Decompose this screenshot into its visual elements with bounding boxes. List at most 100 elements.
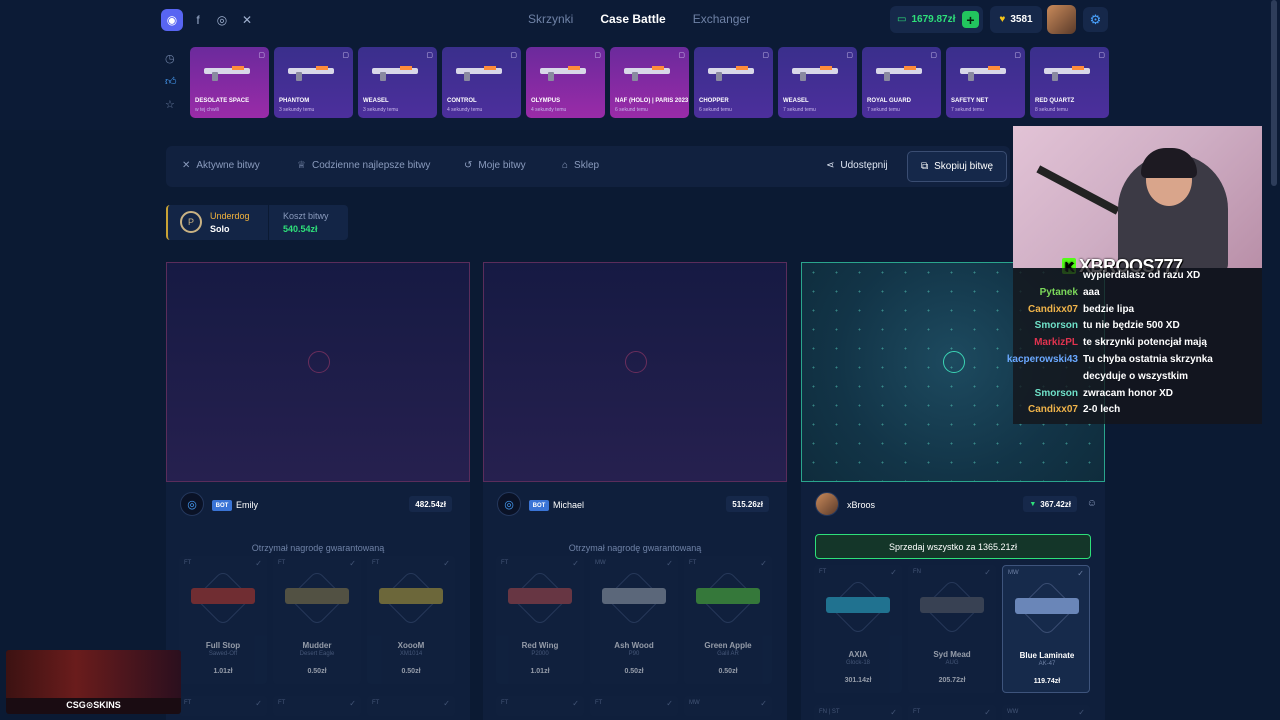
drop-card[interactable]: ▢ ROYAL GUARD 7 sekund temu bbox=[862, 47, 941, 118]
player-row: ◎ BOT Michael 515.26zł bbox=[483, 490, 787, 520]
item-price: 0.50zł bbox=[718, 668, 738, 675]
item-card[interactable]: MW ✓ Ash Wood P90 0.50zł bbox=[590, 556, 678, 684]
drop-card[interactable]: ▢ OLYMPUS 4 sekundy temu bbox=[526, 47, 605, 118]
drop-card[interactable]: ▢ SAFETY NET 7 sekund temu bbox=[946, 47, 1025, 118]
tab-active-battles[interactable]: ✕ Aktywne bitwy bbox=[182, 160, 260, 171]
sponsor-overlay: CSG⊙SKINS bbox=[6, 650, 181, 714]
star-icon[interactable]: ☆ bbox=[165, 98, 177, 111]
item-card-partial[interactable]: FT ✓ bbox=[590, 696, 678, 716]
drop-time: 3 sekundy temu bbox=[279, 107, 315, 113]
item-card-partial[interactable]: FT ✓ bbox=[273, 696, 361, 716]
discord-icon[interactable]: ◉ bbox=[161, 9, 183, 31]
copy-battle-button[interactable]: ⧉ Skopiuj bitwę bbox=[907, 151, 1007, 182]
item-quality: FT bbox=[595, 700, 603, 706]
emoji-icon[interactable]: ☺ bbox=[1087, 498, 1097, 509]
weapon-image bbox=[288, 66, 334, 81]
microphone-arm bbox=[1036, 165, 1120, 215]
item-quality: FT bbox=[913, 709, 921, 715]
nav-exchanger[interactable]: Exchanger bbox=[693, 12, 750, 26]
item-quality: FT bbox=[372, 700, 380, 706]
weapon-image bbox=[204, 66, 250, 81]
drop-time: w tej chwili bbox=[195, 107, 219, 113]
drop-card[interactable]: ▢ RED QUARTZ 8 sekund temu bbox=[1030, 47, 1109, 118]
item-card-partial[interactable]: FT ✓ bbox=[179, 696, 267, 716]
weapon-image bbox=[708, 66, 754, 81]
chat-text: 2-0 lech bbox=[1083, 404, 1121, 416]
tab-my-battles[interactable]: ↺ Moje bitwy bbox=[464, 160, 526, 171]
balance-value: 1679.87zł bbox=[911, 14, 956, 25]
player-column-emily: ◎ BOT Emily 482.54zł Otrzymał nagrodę gw… bbox=[166, 262, 470, 720]
item-card[interactable]: FT ✓ XoooM XM1014 0.50zł bbox=[367, 556, 455, 684]
player-column-michael: ◎ BOT Michael 515.26zł Otrzymał nagrodę … bbox=[483, 262, 787, 720]
clock-icon[interactable]: ◷ bbox=[165, 52, 177, 65]
user-avatar[interactable] bbox=[1047, 5, 1076, 34]
item-card[interactable]: FT ✓ Full Stop Sawed-Off 1.01zł bbox=[179, 556, 267, 684]
stream-chat-overlay: wypierdalasz od razu XD Pytanek aaa Candixx… bbox=[1007, 268, 1262, 424]
tab-shop[interactable]: ⌂ Sklep bbox=[562, 160, 599, 171]
balance-display[interactable]: ▭ 1679.87zł + bbox=[890, 6, 983, 33]
chat-text: te skrzynki potencjał mają bbox=[1083, 337, 1207, 349]
thumbs-up-icon[interactable]: 👍︎ bbox=[165, 75, 177, 88]
item-card[interactable]: FT ✓ AXIA Glock-18 301.14zł bbox=[814, 565, 902, 693]
checkmark-icon: ✓ bbox=[255, 699, 262, 708]
main-nav: Skrzynki Case Battle Exchanger bbox=[528, 12, 750, 26]
sell-all-button[interactable]: Sprzedaj wszystko za 1365.21zł bbox=[815, 534, 1091, 559]
drop-time: 7 sekund temu bbox=[867, 107, 900, 113]
drop-time: 3 sekundy temu bbox=[363, 107, 399, 113]
item-name: AXIA bbox=[848, 650, 868, 659]
item-card-partial[interactable]: FT ✓ bbox=[496, 696, 584, 716]
share-button[interactable]: ⋖ Udostępnij bbox=[826, 160, 888, 171]
instagram-icon[interactable]: ◎ bbox=[211, 9, 233, 31]
item-card-partial[interactable]: MW ✓ bbox=[684, 696, 772, 716]
checkmark-icon: ✓ bbox=[890, 568, 897, 577]
checkmark-icon: ✓ bbox=[760, 559, 767, 568]
item-type: AUG bbox=[945, 660, 959, 666]
x-icon[interactable]: ✕ bbox=[236, 9, 258, 31]
item-card-partial[interactable]: FT ✓ bbox=[367, 696, 455, 716]
item-card[interactable]: FN ✓ Syd Mead AUG 205.72zł bbox=[908, 565, 996, 693]
drop-card[interactable]: ▢ CONTROL 4 sekundy temu bbox=[442, 47, 521, 118]
nav-case-battle[interactable]: Case Battle bbox=[600, 12, 665, 26]
item-card-partial[interactable]: FN | ST ✓ bbox=[814, 705, 902, 720]
settings-gear-icon[interactable]: ⚙ bbox=[1083, 7, 1108, 32]
item-type: Sawed-Off bbox=[208, 651, 238, 657]
item-card[interactable]: FT ✓ Green Apple Galil AR 0.50zł bbox=[684, 556, 772, 684]
drop-card[interactable]: ▢ WEASEL 7 sekund temu bbox=[778, 47, 857, 118]
item-quality: MW bbox=[595, 560, 606, 566]
drop-card[interactable]: ▢ PHANTOM 3 sekundy temu bbox=[274, 47, 353, 118]
item-card-partial[interactable]: WW ✓ bbox=[1002, 705, 1090, 720]
drop-time: 7 sekund temu bbox=[783, 107, 816, 113]
checkmark-icon: ✓ bbox=[572, 699, 579, 708]
case-reel bbox=[166, 262, 470, 482]
drop-card[interactable]: ▢ DESOLATE SPACE w tej chwili bbox=[190, 47, 269, 118]
weapon-image bbox=[540, 66, 586, 81]
drop-card[interactable]: ▢ CHOPPER 6 sekund temu bbox=[694, 47, 773, 118]
weapon-image bbox=[1044, 66, 1090, 81]
tab-daily-best[interactable]: ♕ Codzienne najlepsze bitwy bbox=[297, 160, 430, 171]
item-card[interactable]: FT ✓ Mudder Desert Eagle 0.50zł bbox=[273, 556, 361, 684]
chat-text: wypierdalasz od razu XD bbox=[1083, 270, 1201, 281]
weapon-image bbox=[960, 66, 1006, 81]
item-card[interactable]: MW ✓ Blue Laminate AK-47 119.74zł bbox=[1002, 565, 1090, 693]
weapon-image bbox=[792, 66, 838, 81]
deposit-button[interactable]: + bbox=[962, 11, 979, 28]
facebook-icon[interactable]: f bbox=[187, 9, 209, 31]
heart-icon: ♥ bbox=[999, 14, 1006, 25]
weapon-image bbox=[876, 66, 922, 81]
drop-card[interactable]: ▢ NAF (HOLO) | PARIS 2023 6 sekund temu bbox=[610, 47, 689, 118]
player-avatar bbox=[815, 492, 839, 516]
item-card-partial[interactable]: FT ✓ bbox=[908, 705, 996, 720]
player-name: xBroos bbox=[847, 500, 876, 510]
nav-skrzynki[interactable]: Skrzynki bbox=[528, 12, 573, 26]
gems-display[interactable]: ♥ 3581 bbox=[990, 6, 1042, 33]
item-quality: FT bbox=[501, 700, 509, 706]
player-row: ◎ BOT Emily 482.54zł bbox=[166, 490, 470, 520]
chat-text: bedzie lipa bbox=[1083, 303, 1135, 315]
page-scrollbar[interactable] bbox=[1271, 0, 1277, 186]
bot-target-icon: ◎ bbox=[497, 492, 521, 516]
item-card[interactable]: FT ✓ Red Wing P2000 1.01zł bbox=[496, 556, 584, 684]
drop-card[interactable]: ▢ WEASEL 3 sekundy temu bbox=[358, 47, 437, 118]
drop-time: 4 sekundy temu bbox=[531, 107, 567, 113]
weapon-image bbox=[456, 66, 502, 81]
drop-name: ROYAL GUARD bbox=[867, 98, 912, 104]
